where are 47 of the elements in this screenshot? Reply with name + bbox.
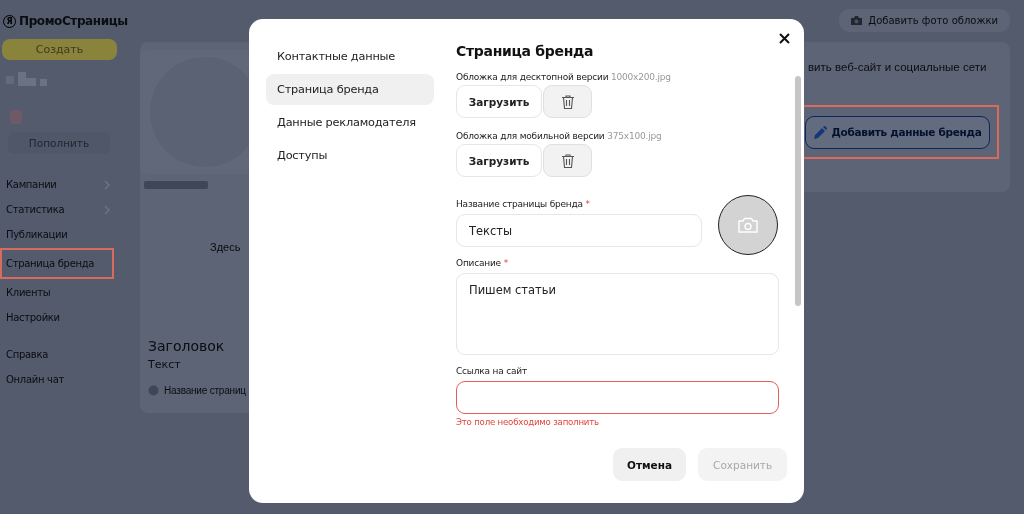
upload-button[interactable]: Загрузить bbox=[456, 144, 542, 177]
modal-title: Страница бренда bbox=[456, 43, 594, 59]
camera-icon bbox=[738, 217, 758, 233]
text-field[interactable]: Тексты bbox=[456, 214, 702, 247]
camera-icon bbox=[851, 16, 863, 25]
modal-nav-item[interactable]: Контактные данные bbox=[266, 41, 434, 72]
app-title: ПромоСтраницы bbox=[19, 14, 128, 28]
scrollbar[interactable] bbox=[795, 76, 801, 306]
field-label: Обложка для мобильной версии 375x100.jpg bbox=[456, 131, 662, 141]
sidebar-item[interactable]: Статистика bbox=[0, 197, 130, 222]
trash-icon bbox=[561, 94, 574, 109]
page-name: Название страниц bbox=[164, 385, 246, 396]
top-up-button[interactable]: Пополнить bbox=[8, 132, 110, 154]
delete-button[interactable] bbox=[543, 144, 592, 177]
preview-text: Текст bbox=[148, 358, 182, 371]
modal-nav-item[interactable]: Страница бренда bbox=[266, 74, 434, 105]
field-label: Обложка для десктопной версии 1000x200.jpg bbox=[456, 72, 671, 82]
sidebar-item[interactable]: Кампании bbox=[0, 172, 130, 197]
add-cover-button[interactable]: Добавить фото обложки bbox=[839, 9, 1010, 32]
upload-button[interactable]: Загрузить bbox=[456, 85, 542, 118]
logo-upload-button[interactable] bbox=[718, 195, 778, 255]
field-label: Ссылка на сайт bbox=[456, 366, 527, 376]
sidebar-item[interactable]: Публикации bbox=[0, 222, 130, 247]
page-icon bbox=[148, 385, 159, 396]
field-label: Описание * bbox=[456, 258, 508, 268]
sidebar-item[interactable]: Клиенты bbox=[0, 280, 130, 305]
modal-nav-item[interactable]: Данные рекламодателя bbox=[266, 107, 434, 138]
description-field[interactable]: Пишем статьи bbox=[456, 273, 779, 355]
preview-heading: Заголовок bbox=[148, 338, 226, 354]
delete-button[interactable] bbox=[543, 85, 592, 118]
sidebar-item[interactable]: Страница бренда bbox=[2, 250, 112, 277]
create-button[interactable]: Создать bbox=[2, 39, 117, 60]
sidebar-item[interactable]: Настройки bbox=[0, 305, 130, 330]
add-brand-data-button[interactable]: Добавить данные бренда bbox=[805, 115, 990, 149]
sidebar-item[interactable]: Онлайн чат bbox=[0, 367, 130, 392]
error-message: Это поле необходимо заполнить bbox=[456, 417, 599, 427]
text-field[interactable] bbox=[456, 381, 779, 414]
placeholder-text: Здесь bbox=[210, 241, 242, 253]
trash-icon bbox=[561, 153, 574, 168]
brand-card-text: вить веб-сайт и социальные сети bbox=[808, 61, 988, 73]
close-icon bbox=[779, 33, 790, 44]
sidebar-item[interactable]: Справка bbox=[0, 342, 130, 367]
dialog-button[interactable]: Отмена bbox=[613, 448, 687, 481]
field-label: Название страницы бренда * bbox=[456, 199, 590, 209]
tag-icon bbox=[144, 181, 208, 189]
pencil-icon bbox=[813, 125, 827, 139]
modal-nav-item[interactable]: Доступы bbox=[266, 140, 434, 171]
